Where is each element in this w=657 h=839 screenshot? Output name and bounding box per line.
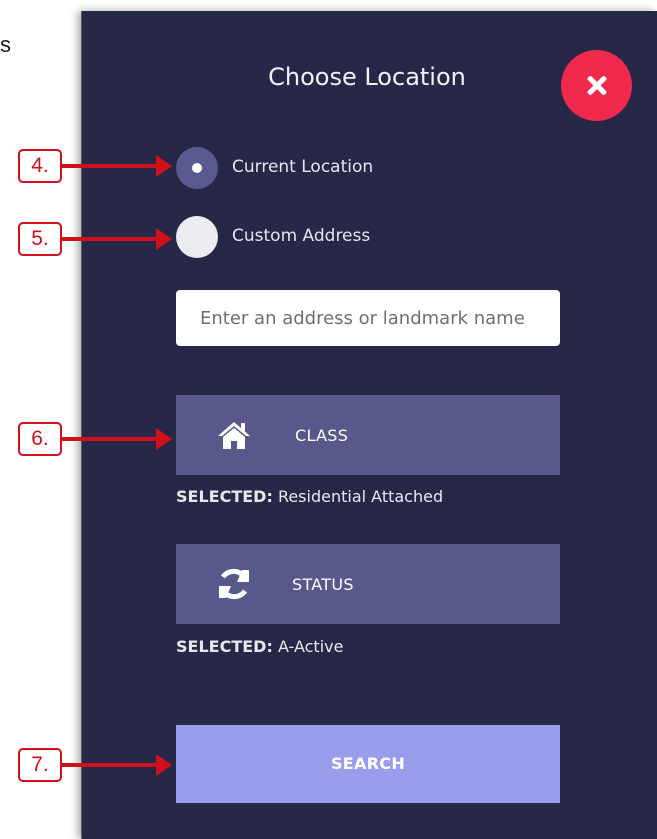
status-button[interactable]: STATUS	[176, 544, 560, 624]
status-selected-key: SELECTED:	[176, 637, 273, 656]
class-selected-key: SELECTED:	[176, 487, 273, 506]
class-button[interactable]: CLASS	[176, 395, 560, 475]
callout-arrow-4	[62, 155, 172, 177]
callout-arrow-7	[62, 754, 172, 776]
custom-address-radio[interactable]	[176, 216, 218, 258]
current-location-label: Current Location	[232, 157, 374, 177]
class-selected-value: Residential Attached	[277, 487, 444, 506]
class-selected-text: SELECTED: Residential Attached	[176, 487, 443, 506]
callout-4: 4.	[18, 149, 62, 183]
callout-7: 7.	[18, 748, 62, 782]
current-location-radio[interactable]	[176, 147, 218, 189]
address-search-input[interactable]	[176, 290, 560, 346]
home-icon	[218, 422, 250, 449]
class-button-label: CLASS	[295, 426, 349, 445]
callout-5: 5.	[18, 222, 62, 256]
search-button[interactable]: SEARCH	[176, 725, 560, 803]
custom-address-option[interactable]: Custom Address	[176, 216, 496, 258]
custom-address-label: Custom Address	[232, 226, 371, 246]
refresh-icon	[219, 568, 249, 600]
status-button-label: STATUS	[292, 575, 354, 594]
callout-arrow-6	[62, 428, 172, 450]
cropped-text-fragment: s	[0, 32, 11, 57]
radio-selected-dot	[192, 163, 202, 173]
callout-6: 6.	[18, 422, 62, 456]
status-selected-value: A-Active	[277, 637, 344, 656]
callout-arrow-5	[62, 228, 172, 250]
status-selected-text: SELECTED: A-Active	[176, 637, 343, 656]
close-button[interactable]	[561, 50, 632, 121]
choose-location-panel: Choose Location Current Location Custom …	[82, 11, 657, 839]
current-location-option[interactable]: Current Location	[176, 147, 496, 189]
